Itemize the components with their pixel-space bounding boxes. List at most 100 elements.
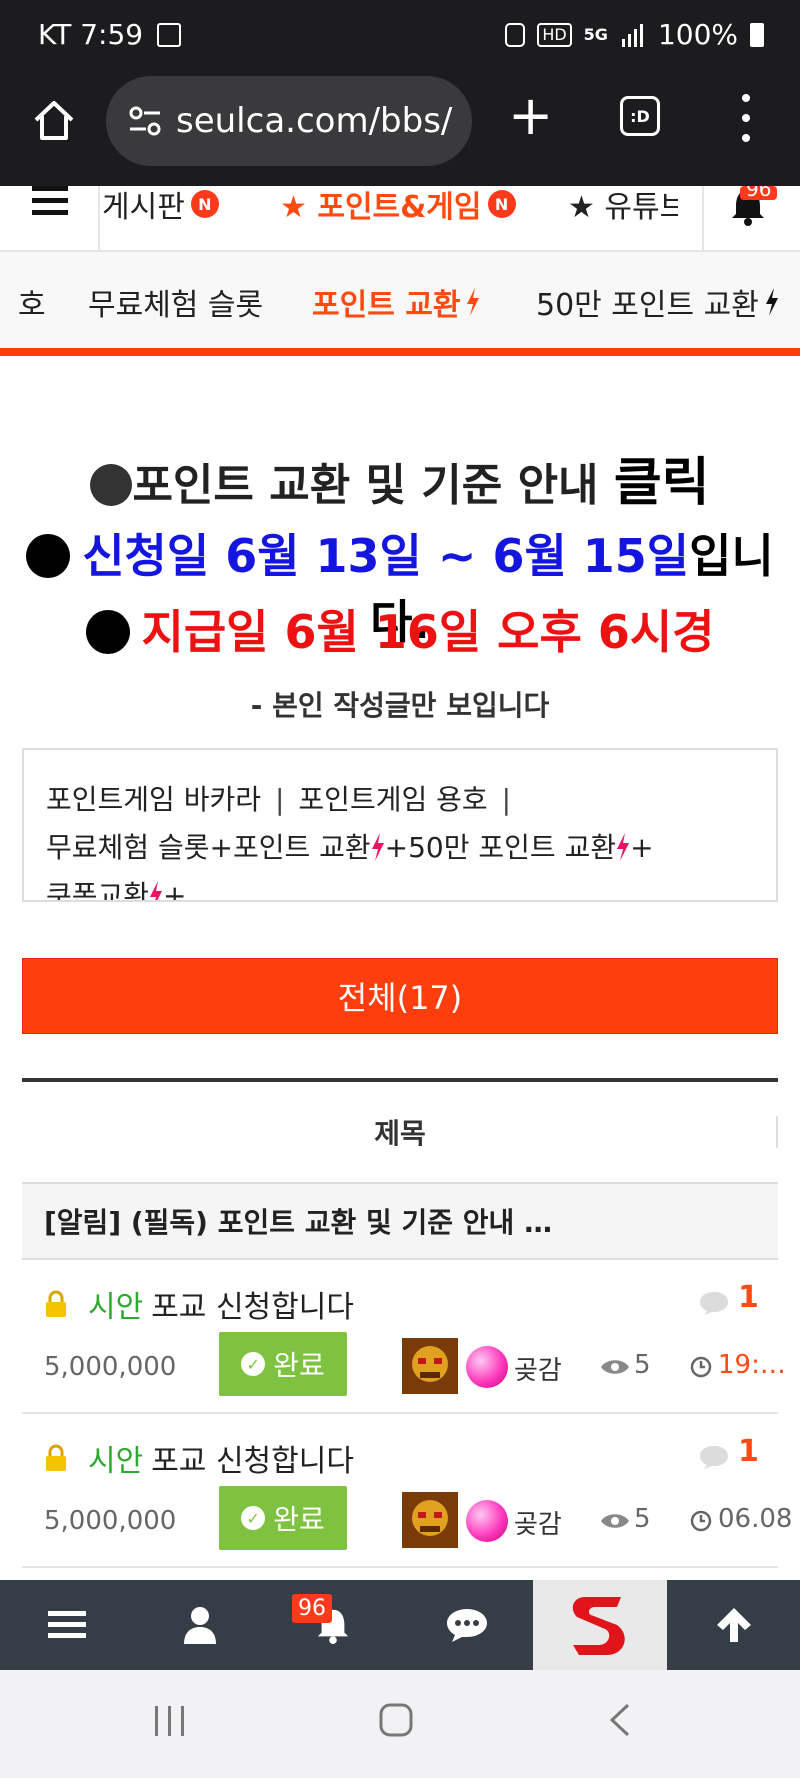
post-title-text: 포교 신청합니다	[151, 1444, 354, 1479]
view-count: 5	[634, 1350, 651, 1380]
check-circle-icon: ✓	[241, 1506, 266, 1530]
tab-switcher-button[interactable]: :D	[620, 96, 660, 136]
clock-icon	[690, 1510, 712, 1532]
table-row[interactable]: 시안포교 신청합니다 1 5,000,000 ✓ 완료 곶감 5 19:53...	[22, 1260, 800, 1414]
notification-count-badge: 96	[740, 186, 778, 200]
new-badge: N	[190, 190, 219, 218]
bottom-notification-button[interactable]	[266, 1580, 399, 1670]
comment-icon	[700, 1292, 728, 1315]
bullet-icon	[90, 464, 133, 506]
category-link-point-exchange[interactable]: 포인트 교환	[233, 831, 371, 864]
nav-divider	[98, 186, 100, 250]
all-posts-button[interactable]: 전체(17)	[22, 958, 778, 1034]
android-nav-bar	[0, 1670, 800, 1778]
category-link-500k-exchange[interactable]: +50만 포인트 교환	[385, 831, 616, 864]
category-separator: |	[501, 783, 512, 816]
comment-count: 1	[738, 1280, 759, 1315]
chat-icon	[446, 1609, 487, 1642]
bottom-profile-button[interactable]	[133, 1580, 266, 1670]
pinned-notice-row[interactable]: [알림] (필독) 포인트 교환 및 기준 안내 …	[22, 1182, 778, 1260]
recent-apps-icon[interactable]	[152, 1704, 188, 1738]
gallery-icon	[157, 22, 182, 47]
home-nav-icon[interactable]	[378, 1702, 414, 1738]
status-label: 완료	[273, 1503, 325, 1536]
battery-saver-icon	[505, 22, 526, 47]
comment-icon	[700, 1446, 728, 1469]
url-text: seulca.com/bbs/	[176, 101, 453, 141]
bottom-chat-button[interactable]	[400, 1580, 533, 1670]
lightning-icon	[371, 833, 384, 861]
site-menu-icon[interactable]	[32, 186, 68, 220]
browser-menu-icon[interactable]	[736, 94, 756, 142]
level-gem-icon	[466, 1346, 508, 1388]
post-time: 19:53...	[718, 1350, 800, 1380]
sub-nav-item-free-slot[interactable]: 무료체험 슬롯	[88, 280, 263, 324]
post-time: 06.08	[718, 1504, 793, 1534]
lock-icon	[46, 1290, 66, 1317]
category-box: 포인트게임 바카라 | 포인트게임 용호 | 무료체험 슬롯+포인트 교환 +50만 포…	[22, 748, 778, 902]
sub-nav-item-point-exchange[interactable]: 포인트 교환	[312, 280, 480, 324]
new-tab-button[interactable]: +	[508, 89, 553, 143]
status-badge: ✓ 완료	[219, 1486, 347, 1550]
hd-icon: HD	[537, 22, 572, 47]
bullet-icon	[26, 534, 71, 578]
scroll-to-top-button[interactable]	[667, 1580, 800, 1670]
nav-item-board[interactable]: 게시판 N	[102, 186, 219, 225]
category-separator: |	[274, 783, 285, 816]
new-badge: N	[487, 190, 516, 218]
post-title[interactable]: 시안 포교 신청합니다	[88, 1436, 354, 1480]
category-link-free-slot[interactable]: 무료체험 슬롯+	[46, 831, 233, 864]
nav-accent-line	[0, 348, 800, 356]
site-logo[interactable]	[533, 1580, 667, 1670]
sub-nav-label: 50만 포인트 교환	[536, 288, 759, 323]
category-link-dragon-tiger[interactable]: 포인트게임 용호	[298, 783, 487, 816]
home-icon[interactable]	[32, 98, 76, 142]
sub-nav: 호 무료체험 슬롯 포인트 교환 50만 포인트 교환	[0, 252, 800, 348]
comment-count: 1	[738, 1434, 759, 1469]
site-settings-icon[interactable]	[128, 106, 162, 136]
clock-icon	[690, 1356, 712, 1378]
nav-item-label: ★ 포인트&게임	[280, 190, 482, 225]
notice-line-pay-date: 지급일 6월 16일 오후 6시경	[0, 596, 800, 662]
network-5g-icon: 5G	[583, 25, 608, 44]
category-link-coupon[interactable]: 쿠폰교환	[46, 879, 149, 900]
sub-nav-item[interactable]: 호	[18, 280, 46, 324]
nav-item-label: 게시판	[102, 190, 185, 225]
post-author[interactable]: 곶감	[514, 1350, 562, 1387]
avatar[interactable]	[402, 1338, 458, 1394]
url-bar[interactable]: seulca.com/bbs/	[106, 76, 472, 166]
post-category: 시안	[88, 1290, 144, 1325]
lightning-icon	[765, 288, 778, 316]
battery-icon	[750, 22, 764, 47]
bullet-icon	[85, 610, 130, 654]
sub-nav-item-500k-exchange[interactable]: 50만 포인트 교환	[536, 280, 779, 324]
bottom-menu-button[interactable]	[0, 1580, 133, 1670]
site-logo-icon	[572, 1597, 625, 1655]
battery-percent: 100%	[657, 18, 738, 51]
header-divider	[776, 1116, 778, 1148]
category-link-baccarat[interactable]: 포인트게임 바카라	[46, 783, 261, 816]
avatar[interactable]	[402, 1492, 458, 1548]
nav-item-youtube[interactable]: ★ 유튜브	[568, 186, 678, 222]
table-header: 제목	[22, 1082, 778, 1182]
signal-icon	[621, 23, 643, 47]
menu-icon	[47, 1611, 86, 1638]
back-icon[interactable]	[606, 1702, 632, 1738]
post-title[interactable]: 시안 포교 신청합니다	[88, 1282, 354, 1326]
lock-icon	[46, 1444, 66, 1471]
lightning-icon	[617, 833, 630, 861]
apply-date-text: 신청일 6월 13일 ~ 6월 15일	[82, 529, 690, 583]
category-plus: +	[630, 831, 654, 864]
status-bar: KT 7:59 HD 5G 100%	[0, 0, 800, 76]
bottom-nav: 96	[0, 1580, 800, 1670]
owner-only-note: - 본인 작성글만 보입니다	[250, 689, 550, 722]
table-row[interactable]: 시안 포교 신청합니다 1 5,000,000 ✓ 완료 곶감 5 06.08	[22, 1414, 792, 1568]
view-count: 5	[634, 1504, 651, 1534]
user-icon	[183, 1607, 216, 1644]
views-eye-icon	[601, 1514, 629, 1528]
notice-click-link[interactable]: 클릭	[614, 453, 710, 513]
nav-item-point-game[interactable]: ★ 포인트&게임 N	[280, 186, 516, 225]
category-plus: +	[163, 879, 187, 902]
notice-line-guide[interactable]: 포인트 교환 및 기준 안내 클릭	[0, 440, 800, 515]
post-author[interactable]: 곶감	[514, 1504, 562, 1541]
